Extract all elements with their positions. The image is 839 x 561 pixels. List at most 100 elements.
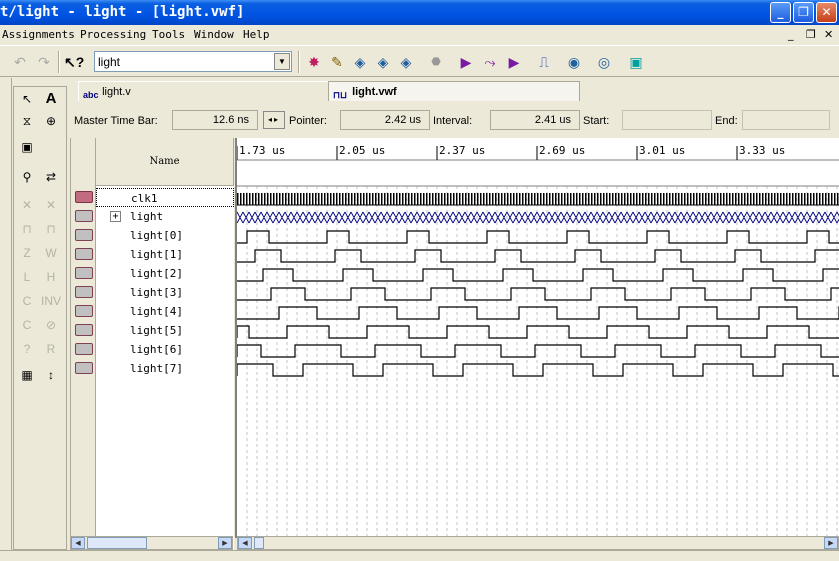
full-screen-icon[interactable]: ▣ <box>16 137 38 157</box>
mdi-minimize-button[interactable]: _ <box>788 28 794 41</box>
signal-row-light-4[interactable]: light[4] <box>96 302 234 321</box>
weak-unknown-icon[interactable]: W <box>40 243 62 263</box>
clock-value-icon[interactable]: C <box>16 315 38 335</box>
analysis-icon[interactable]: ◈ <box>350 52 370 72</box>
mdi-close-button[interactable]: ✕ <box>824 28 833 41</box>
clock-pulse <box>237 193 239 205</box>
clock-pulse <box>729 193 731 205</box>
menu-bar: Assignments Processing Tools Window Help… <box>0 25 839 46</box>
zoom-icon[interactable]: ⊕ <box>40 111 62 131</box>
waveform-display[interactable]: 1.73 us 2.05 us 2.37 us 2.69 us 3.01 us 3.33 … <box>235 138 839 538</box>
waveform-edit-icon[interactable]: ⧖ <box>16 111 38 131</box>
expand-icon[interactable]: + <box>110 211 121 222</box>
menu-tools[interactable]: Tools <box>152 28 185 41</box>
fitter-icon[interactable]: ◈ <box>396 52 416 72</box>
clock-pulse <box>471 193 473 205</box>
project-combo[interactable]: light ▼ <box>94 51 292 72</box>
time-bar: Master Time Bar: 12.6 ns ◂▸ Pointer: 2.4… <box>70 108 839 134</box>
restore-button[interactable]: ❐ <box>793 2 814 23</box>
clock-pulse <box>813 193 815 205</box>
sort-icon[interactable]: ↕ <box>40 365 62 385</box>
unknown-icon[interactable]: ✕ <box>40 195 62 215</box>
scrollbar-thumb[interactable] <box>254 537 264 549</box>
synthesis-icon[interactable]: ◈ <box>373 52 393 72</box>
tab-light-v[interactable]: abc light.v <box>78 81 328 101</box>
invert-icon[interactable]: INV <box>40 291 62 311</box>
simulate-icon[interactable]: ⎍ <box>534 52 554 72</box>
clock-pulse <box>321 193 323 205</box>
snap-to-grid-icon[interactable]: ▦ <box>16 365 38 385</box>
minimize-button[interactable]: _ <box>770 2 791 23</box>
forcing-high-icon[interactable]: ⊓ <box>40 219 62 239</box>
waveform-scrollbar[interactable]: ◀ ▶ <box>237 536 839 550</box>
selection-tool-icon[interactable]: ↖ <box>16 89 38 109</box>
clock-pulse <box>276 193 278 205</box>
signal-row-light-1[interactable]: light[1] <box>96 245 234 264</box>
programmer-icon[interactable]: ◉ <box>564 52 584 72</box>
stop-icon[interactable]: ⬣ <box>426 52 446 72</box>
replace-icon[interactable]: ⇄ <box>40 167 62 187</box>
clock-pulse <box>426 193 428 205</box>
redo-icon[interactable]: ↷ <box>34 52 54 72</box>
text-tool-icon[interactable]: A <box>40 89 62 109</box>
forcing-low-icon[interactable]: ⊓ <box>16 219 38 239</box>
high-impedance-icon[interactable]: Z <box>16 243 38 263</box>
weak-low-icon[interactable]: L <box>16 267 38 287</box>
scrollbar-thumb[interactable] <box>87 537 147 549</box>
signal-row-clk1[interactable]: clk1 <box>96 188 234 207</box>
mdi-restore-button[interactable]: ❐ <box>806 28 816 41</box>
compiler-tool-icon[interactable]: ✸ <box>304 52 324 72</box>
close-button[interactable]: ✕ <box>816 2 837 23</box>
master-time-bar-value[interactable]: 12.6 ns <box>172 110 258 130</box>
ruler-tick-label: 1.73 us <box>239 144 285 157</box>
clock-pulse <box>513 193 515 205</box>
signal-name: light[2] <box>130 267 183 280</box>
clock-pulse <box>828 193 830 205</box>
step-icon[interactable]: ▶ <box>504 52 524 72</box>
menu-processing[interactable]: Processing <box>80 28 146 41</box>
clock-pulse <box>453 193 455 205</box>
chip-icon[interactable]: ◎ <box>594 52 614 72</box>
menu-window[interactable]: Window <box>194 28 234 41</box>
undo-icon[interactable]: ↶ <box>10 52 30 72</box>
signal-row-light[interactable]: + light <box>96 207 234 226</box>
scroll-left-icon[interactable]: ◀ <box>71 537 85 549</box>
signal-row-light-2[interactable]: light[2] <box>96 264 234 283</box>
menu-help[interactable]: Help <box>243 28 270 41</box>
timing-analysis-icon[interactable]: ⤳ <box>480 52 500 72</box>
clock-pulse <box>504 193 506 205</box>
bit-waveform <box>237 230 839 244</box>
name-column-header[interactable]: Name <box>96 138 234 186</box>
chevron-down-icon[interactable]: ▼ <box>274 53 290 70</box>
name-column-scrollbar[interactable]: ◀ ▶ <box>70 536 233 550</box>
ruler-tick-label: 3.33 us <box>739 144 785 157</box>
signal-row-light-6[interactable]: light[6] <box>96 340 234 359</box>
menu-assignments[interactable]: Assignments <box>2 28 75 41</box>
clock-pulse <box>411 193 413 205</box>
weak-high-icon[interactable]: H <box>40 267 62 287</box>
dont-care-icon[interactable]: ? <box>16 339 38 359</box>
count-value-icon[interactable]: C <box>16 291 38 311</box>
uninitialized-icon[interactable]: ✕ <box>16 195 38 215</box>
scroll-right-icon[interactable]: ▶ <box>824 537 838 549</box>
random-value-icon[interactable]: R <box>40 339 62 359</box>
help-cursor-icon[interactable]: ↖? <box>64 52 84 72</box>
planner-icon[interactable]: ▣ <box>626 52 646 72</box>
arbitrary-value-icon[interactable]: ⊘ <box>40 315 62 335</box>
play-icon[interactable]: ▶ <box>456 52 476 72</box>
scroll-right-icon[interactable]: ▶ <box>218 537 232 549</box>
signal-row-light-3[interactable]: light[3] <box>96 283 234 302</box>
signal-row-light-0[interactable]: light[0] <box>96 226 234 245</box>
master-time-bar-spinner[interactable]: ◂▸ <box>263 111 285 129</box>
clock-pulse <box>747 193 749 205</box>
clock-pulse <box>702 193 704 205</box>
pencil-icon[interactable]: ✎ <box>327 52 347 72</box>
scroll-left-icon[interactable]: ◀ <box>238 537 252 549</box>
clock-pulse <box>708 193 710 205</box>
find-icon[interactable]: ⚲ <box>16 167 38 187</box>
tab-light-vwf[interactable]: ⊓⊔ light.vwf <box>328 81 580 101</box>
clock-pulse <box>393 193 395 205</box>
signal-row-light-7[interactable]: light[7] <box>96 359 234 378</box>
clock-pulse <box>519 193 521 205</box>
signal-row-light-5[interactable]: light[5] <box>96 321 234 340</box>
